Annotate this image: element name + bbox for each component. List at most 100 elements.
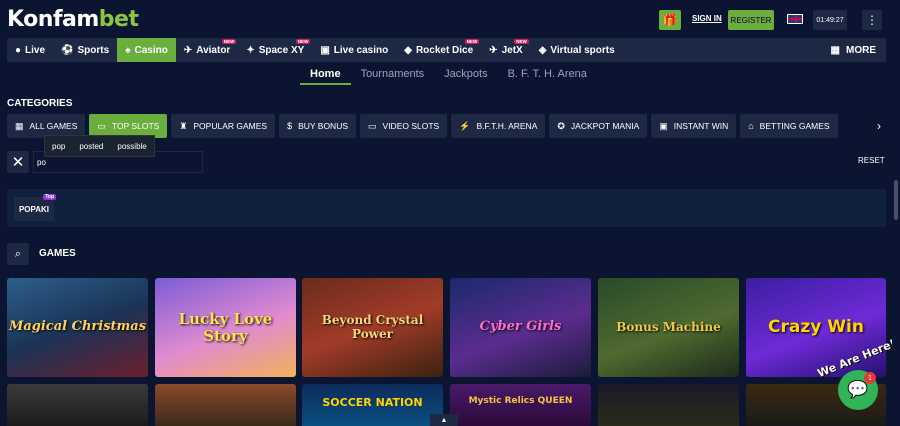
game-tile[interactable] xyxy=(7,384,148,426)
chat-badge: 1 xyxy=(864,372,876,384)
scrollbar[interactable] xyxy=(892,0,900,426)
nav-icon: ✦ xyxy=(246,44,255,56)
scroll-up-icon[interactable]: ▲ xyxy=(430,414,458,426)
category-label: VIDEO SLOTS xyxy=(382,121,440,131)
chevron-right-icon[interactable]: › xyxy=(872,114,886,138)
nav-label: Aviator xyxy=(196,44,231,56)
nav-icon: ◈ xyxy=(538,44,547,56)
category-buy-bonus[interactable]: $ BUY BONUS xyxy=(279,114,357,138)
more-button[interactable]: ▦ MORE xyxy=(831,38,876,62)
category-label: JACKPOT MANIA xyxy=(570,121,640,131)
category-label: BETTING GAMES xyxy=(759,121,830,131)
nav-icon: ✈ xyxy=(183,44,193,56)
uk-flag-icon[interactable] xyxy=(787,14,803,24)
category-icon: ⌂ xyxy=(748,121,754,131)
category-label: BUY BONUS xyxy=(298,121,349,131)
nav-label: Live xyxy=(25,44,46,56)
game-tile[interactable] xyxy=(155,384,296,426)
category-icon: ♜ xyxy=(179,120,188,131)
category-icon: $ xyxy=(287,121,293,131)
category-popular-games[interactable]: ♜ POPULAR GAMES xyxy=(171,114,276,138)
register-button[interactable]: REGISTER xyxy=(728,10,774,30)
category-label: TOP SLOTS xyxy=(111,121,160,131)
reset-button[interactable]: RESET xyxy=(858,156,885,165)
category-icon: ▭ xyxy=(368,120,377,131)
category-icon: ▣ xyxy=(659,120,668,131)
category-icon: ✪ xyxy=(557,120,565,131)
top-badge: Top xyxy=(43,194,56,200)
nav-icon: ● xyxy=(15,44,22,56)
nav-item-sports[interactable]: ⚽ Sports xyxy=(53,38,117,62)
new-badge: NEW xyxy=(514,39,529,44)
suggestion-item[interactable]: possible xyxy=(117,142,146,151)
category-label: ALL GAMES xyxy=(29,121,78,131)
nav-item-casino[interactable]: ♠ Casino xyxy=(117,38,176,62)
suggestion-item[interactable]: posted xyxy=(79,142,103,151)
nav-item-space-xy[interactable]: ✦ Space XY NEW xyxy=(238,38,312,62)
suggestion-item[interactable]: pop xyxy=(52,142,65,151)
menu-icon[interactable]: ⋮ xyxy=(862,10,882,30)
tab-tournaments[interactable]: Tournaments xyxy=(351,67,435,85)
category-icon: ▭ xyxy=(97,120,106,131)
page: Konfambet 🎁 SIGN IN REGISTER 01:49:27 ⋮ … xyxy=(0,0,900,426)
category-icon: ▦ xyxy=(15,120,24,131)
game-tile[interactable]: Crazy Win xyxy=(746,278,886,377)
close-icon[interactable]: ✕ xyxy=(7,151,29,173)
grid-icon: ▦ xyxy=(830,44,840,56)
categories-title: CATEGORIES xyxy=(7,98,73,109)
nav-item-rocket-dice[interactable]: ◆ Rocket Dice NEW xyxy=(396,38,481,62)
provider-popaki[interactable]: POPAKI Top xyxy=(14,194,56,221)
search-icon[interactable]: ⌕ xyxy=(7,243,29,265)
nav-item-virtual-sports[interactable]: ◈ Virtual sports xyxy=(531,38,623,62)
game-tile[interactable]: Lucky Love Story xyxy=(155,278,296,377)
game-tile[interactable]: SOCCER NATION xyxy=(302,384,443,426)
nav-icon: ▣ xyxy=(320,44,330,56)
nav-label: JetX xyxy=(501,44,523,56)
nav-label: Rocket Dice xyxy=(415,44,474,56)
nav-icon: ♠ xyxy=(125,44,131,56)
nav-item-jetx[interactable]: ✈ JetX NEW xyxy=(481,38,531,62)
main-nav: ● Live ⚽ Sports ♠ Casino ✈ Aviator NEW ✦ Space XY N… xyxy=(7,38,886,62)
category-label: POPULAR GAMES xyxy=(193,121,268,131)
nav-item-aviator[interactable]: ✈ Aviator NEW xyxy=(176,38,238,62)
header: Konfambet 🎁 SIGN IN REGISTER 01:49:27 ⋮ xyxy=(0,0,900,38)
game-tile[interactable] xyxy=(598,384,739,426)
nav-label: Live casino xyxy=(333,44,389,56)
game-tile[interactable]: Magical Christmas xyxy=(7,278,148,377)
games-title: GAMES xyxy=(39,248,76,259)
nav-label: Space XY xyxy=(258,44,305,56)
game-tile[interactable]: Cyber Girls xyxy=(450,278,591,377)
nav-item-live[interactable]: ● Live xyxy=(7,38,53,62)
sign-in-link[interactable]: SIGN IN xyxy=(692,14,722,23)
category-video-slots[interactable]: ▭ VIDEO SLOTS xyxy=(360,114,448,138)
category-label: INSTANT WIN xyxy=(673,121,729,131)
gift-icon[interactable]: 🎁 xyxy=(659,10,681,30)
tab-b-f-t-h-arena[interactable]: B. F. T. H. Arena xyxy=(498,67,597,85)
nav-icon: ✈ xyxy=(489,44,498,56)
category-b-f-t-h-arena[interactable]: ⚡ B.F.T.H. ARENA xyxy=(451,114,546,138)
category-instant-win[interactable]: ▣ INSTANT WIN xyxy=(651,114,737,138)
nav-label: Virtual sports xyxy=(550,44,615,56)
more-label: MORE xyxy=(846,44,876,56)
tab-home[interactable]: Home xyxy=(300,67,351,85)
logo[interactable]: Konfambet xyxy=(7,7,139,32)
scrollbar-thumb[interactable] xyxy=(894,180,898,220)
game-tile[interactable]: Mystic Relics QUEEN xyxy=(450,384,591,426)
nav-label: Sports xyxy=(77,44,110,56)
game-tile[interactable]: Bonus Machine xyxy=(598,278,739,377)
game-tile[interactable]: Beyond Crystal Power xyxy=(302,278,443,377)
nav-label: Casino xyxy=(134,44,168,56)
category-betting-games[interactable]: ⌂ BETTING GAMES xyxy=(740,114,838,138)
new-badge: NEW xyxy=(295,39,311,44)
autocomplete-suggestions: pop posted possible xyxy=(44,135,155,157)
category-icon: ⚡ xyxy=(459,120,471,131)
category-jackpot-mania[interactable]: ✪ JACKPOT MANIA xyxy=(549,114,648,138)
provider-row: POPAKI Top xyxy=(7,189,886,227)
nav-item-live-casino[interactable]: ▣ Live casino xyxy=(312,38,396,62)
category-label: B.F.T.H. ARENA xyxy=(476,121,538,131)
nav-icon: ⚽ xyxy=(61,44,74,56)
new-badge: NEW xyxy=(464,39,480,44)
tab-jackpots[interactable]: Jackpots xyxy=(434,67,497,85)
clock: 01:49:27 xyxy=(813,10,847,30)
sub-tabs: Home Tournaments Jackpots B. F. T. H. Arena xyxy=(300,67,597,85)
